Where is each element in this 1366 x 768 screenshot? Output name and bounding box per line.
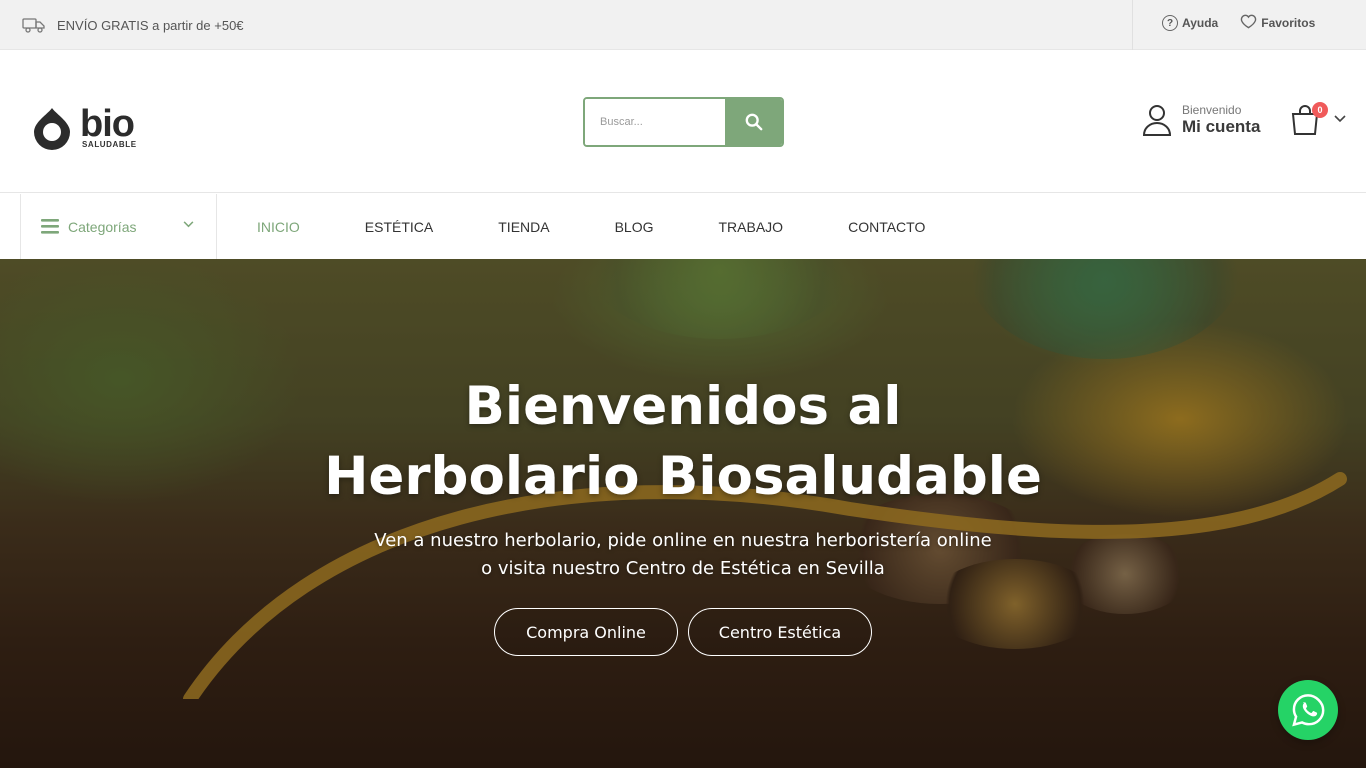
shop-online-button[interactable]: Compra Online [494,608,678,656]
logo-subtext: SALUDABLE [82,140,137,149]
hero-banner: Bienvenidos al Herbolario Biosaludable V… [0,259,1366,768]
hero-subtitle-line1: Ven a nuestro herbolario, pide online en… [374,530,992,551]
nav-menu: INICIO ESTÉTICA TIENDA BLOG TRABAJO CONT… [257,219,990,235]
categories-label: Categorías [68,218,137,235]
search-bar [583,97,784,147]
free-shipping-notice: ENVÍO GRATIS a partir de +50€ [22,15,244,35]
hero-subtitle-line2: o visita nuestro Centro de Estética en S… [481,558,885,579]
account-link[interactable]: Bienvenido Mi cuenta [1142,103,1260,137]
nav-item-blog[interactable]: BLOG [615,219,654,235]
logo-text: bio [80,103,135,145]
logo-drop-icon [34,108,70,150]
nav-item-inicio[interactable]: INICIO [257,219,300,235]
nav-item-trabajo[interactable]: TRABAJO [719,219,784,235]
whatsapp-icon [1292,694,1325,727]
aesthetics-center-button[interactable]: Centro Estética [688,608,872,656]
shipping-text: ENVÍO GRATIS a partir de +50€ [57,17,244,33]
hero-title-line1: Bienvenidos al [464,376,902,437]
favorites-link[interactable]: Favoritos [1240,14,1315,32]
favorites-label: Favoritos [1261,16,1316,30]
cart-count-badge: 0 [1312,102,1328,118]
top-links: ? Ayuda Favoritos [1162,14,1315,32]
top-bar: ENVÍO GRATIS a partir de +50€ ? Ayuda Fa… [0,0,1366,50]
nav-item-contacto[interactable]: CONTACTO [848,219,925,235]
main-nav: Categorías INICIO ESTÉTICA TIENDA BLOG T… [0,194,1366,259]
hero-title: Bienvenidos al Herbolario Biosaludable [283,372,1083,512]
help-link[interactable]: ? Ayuda [1162,14,1218,32]
nav-item-tienda[interactable]: TIENDA [498,219,549,235]
whatsapp-button[interactable] [1278,680,1338,740]
truck-icon [22,15,46,35]
hero-overlay [0,259,1366,768]
hero-buttons: Compra Online Centro Estética [494,608,872,656]
user-icon [1142,105,1172,136]
topbar-divider [1132,0,1133,50]
hero-title-line2: Herbolario Biosaludable [324,446,1042,507]
categories-dropdown[interactable]: Categorías [20,194,217,259]
hamburger-icon [41,219,59,234]
help-label: Ayuda [1182,16,1219,30]
chevron-down-icon [183,221,194,228]
site-logo[interactable]: bio SALUDABLE [32,104,142,150]
search-icon [745,113,762,131]
search-button[interactable] [725,99,782,145]
help-icon: ? [1162,15,1178,31]
hero-subtitle: Ven a nuestro herbolario, pide online en… [333,527,1033,583]
cart-button[interactable]: 0 [1290,102,1350,142]
chevron-down-icon [1334,115,1346,123]
account-text: Bienvenido Mi cuenta [1182,103,1260,137]
account-greeting: Bienvenido [1182,103,1242,117]
account-label: Mi cuenta [1182,117,1261,136]
nav-item-estetica[interactable]: ESTÉTICA [365,219,433,235]
search-input[interactable] [585,99,725,145]
header: bio SALUDABLE Bienvenido Mi cuenta 0 [0,50,1366,193]
heart-icon [1240,14,1257,32]
